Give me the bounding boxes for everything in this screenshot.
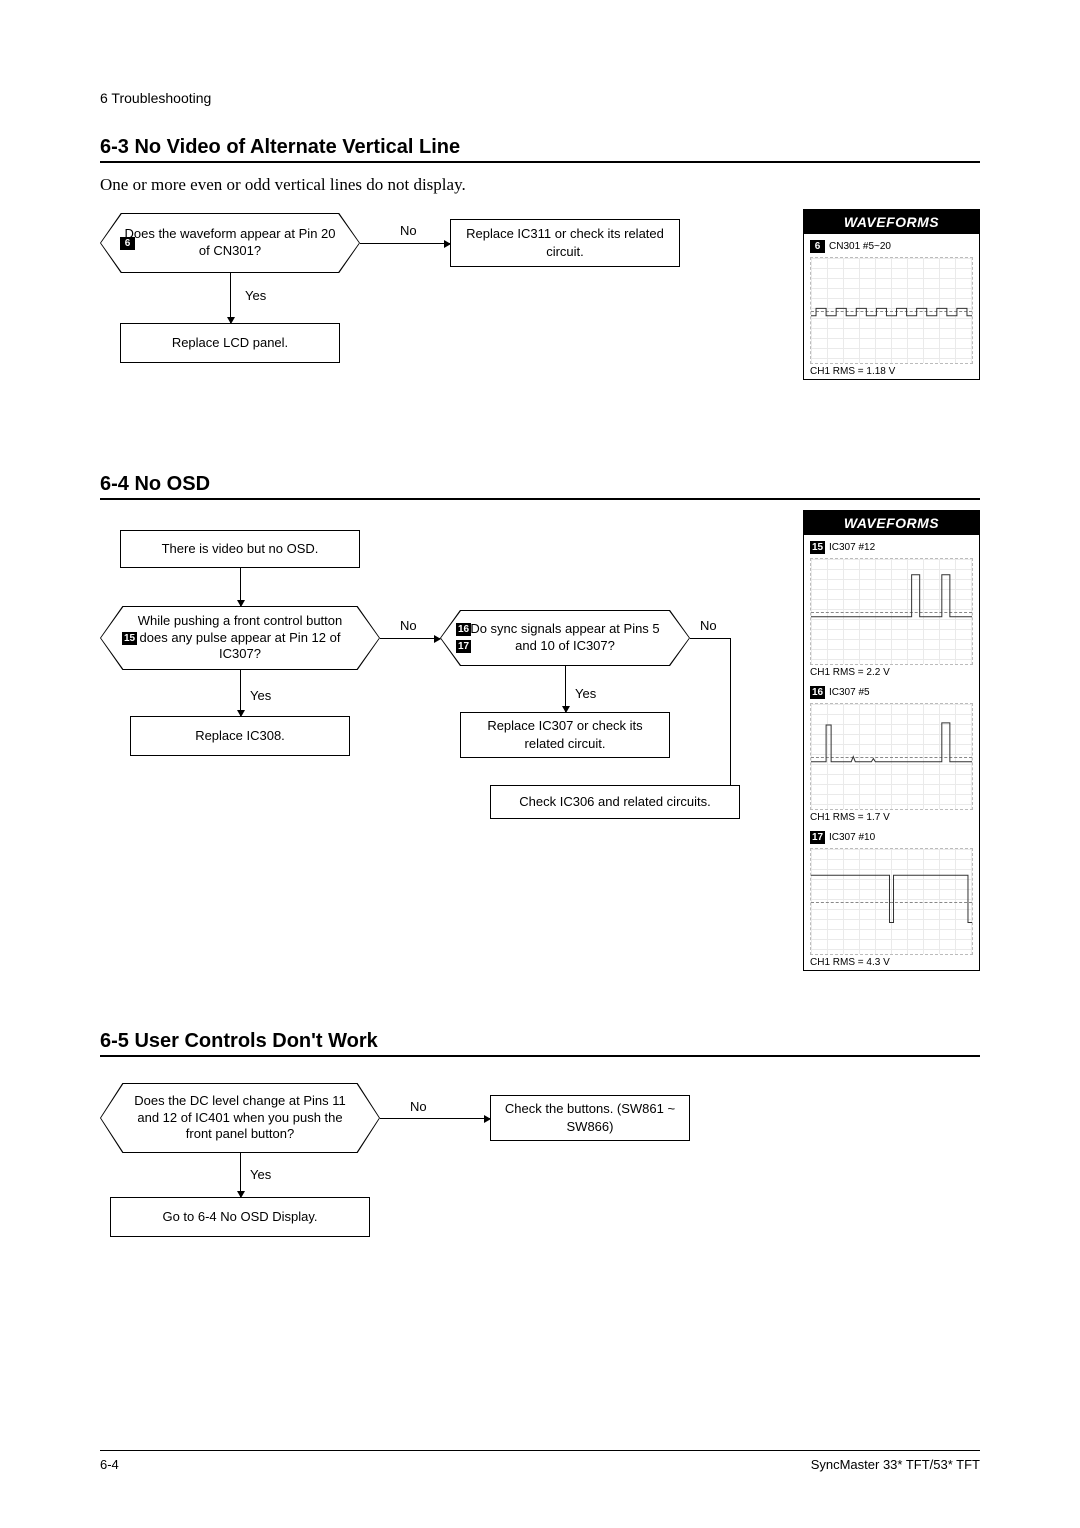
label-yes-1: Yes xyxy=(250,688,271,703)
wave-label: IC307 #10 xyxy=(829,832,875,843)
action-ic306: Check IC306 and related circuits. xyxy=(490,785,740,819)
page-footer: 6-4 SyncMaster 33* TFT/53* TFT xyxy=(100,1450,980,1472)
label-yes-2: Yes xyxy=(575,686,596,701)
flow-6-4: There is video but no OSD. While pushing… xyxy=(100,530,980,860)
label-no: No xyxy=(400,223,417,238)
label-yes-65: Yes xyxy=(250,1167,271,1182)
section-6-5-title: 6-5 User Controls Don't Work xyxy=(100,1030,980,1057)
waveforms-header: WAVEFORMS xyxy=(804,210,979,234)
action-goto-64: Go to 6-4 No OSD Display. xyxy=(110,1197,370,1237)
wave-footer: CH1 RMS = 1.18 V xyxy=(810,366,973,377)
decision1-text: While pushing a front control button doe… xyxy=(123,613,357,664)
decision2-text: Do sync signals appear at Pins 5 and 10 … xyxy=(463,621,667,655)
badge-6: 6 xyxy=(120,237,135,250)
action-ic308: Replace IC308. xyxy=(130,716,350,756)
scope-17 xyxy=(810,848,973,955)
action-check-buttons: Check the buttons. (SW861 ~ SW866) xyxy=(490,1095,690,1141)
badge-17: 17 xyxy=(456,640,471,653)
label-no-65: No xyxy=(410,1099,427,1114)
wave-badge-16: 16 xyxy=(810,686,825,699)
wave-footer: CH1 RMS = 4.3 V xyxy=(810,957,973,968)
wave-footer: CH1 RMS = 1.7 V xyxy=(810,812,973,823)
footer-model: SyncMaster 33* TFT/53* TFT xyxy=(811,1457,980,1472)
label-yes: Yes xyxy=(245,288,266,303)
section-6-3-intro: One or more even or odd vertical lines d… xyxy=(100,175,980,195)
start-box: There is video but no OSD. xyxy=(120,530,360,568)
wave-badge-17: 17 xyxy=(810,831,825,844)
flow-6-3: Does the waveform appear at Pin 20 of CN… xyxy=(100,213,980,413)
flow-6-5: Does the DC level change at Pins 11 and … xyxy=(100,1083,980,1273)
wave-badge-6: 6 xyxy=(810,240,825,253)
action-replace-lcd: Replace LCD panel. xyxy=(120,323,340,363)
wave-label: IC307 #5 xyxy=(829,687,870,698)
decision-text-65: Does the DC level change at Pins 11 and … xyxy=(123,1093,357,1144)
wave-footer: CH1 RMS = 2.2 V xyxy=(810,667,973,678)
action-ic307: Replace IC307 or check its related circu… xyxy=(460,712,670,758)
wave-label: IC307 #12 xyxy=(829,542,875,553)
label-no-1: No xyxy=(400,618,417,633)
waveforms-header-2: WAVEFORMS xyxy=(804,511,979,535)
waveforms-6-3: WAVEFORMS 6 CN301 #5~20 CH1 RMS = 1.18 V xyxy=(803,209,980,380)
section-6-4-title: 6-4 No OSD xyxy=(100,473,980,500)
scope-6 xyxy=(810,257,973,364)
decision-text: Does the waveform appear at Pin 20 of CN… xyxy=(123,226,337,260)
wave-badge-15: 15 xyxy=(810,541,825,554)
chapter-header: 6 Troubleshooting xyxy=(100,90,980,106)
scope-15 xyxy=(810,558,973,665)
section-6-3-title: 6-3 No Video of Alternate Vertical Line xyxy=(100,136,980,163)
badge-15: 15 xyxy=(122,632,137,645)
wave-label: CN301 #5~20 xyxy=(829,241,891,252)
footer-page-number: 6-4 xyxy=(100,1457,119,1472)
label-no-2: No xyxy=(700,618,717,633)
scope-16 xyxy=(810,703,973,810)
waveforms-6-4: WAVEFORMS 15 IC307 #12 CH1 RMS = 2.2 V 16… xyxy=(803,510,980,971)
badge-16: 16 xyxy=(456,623,471,636)
action-replace-ic311: Replace IC311 or check its related circu… xyxy=(450,219,680,267)
